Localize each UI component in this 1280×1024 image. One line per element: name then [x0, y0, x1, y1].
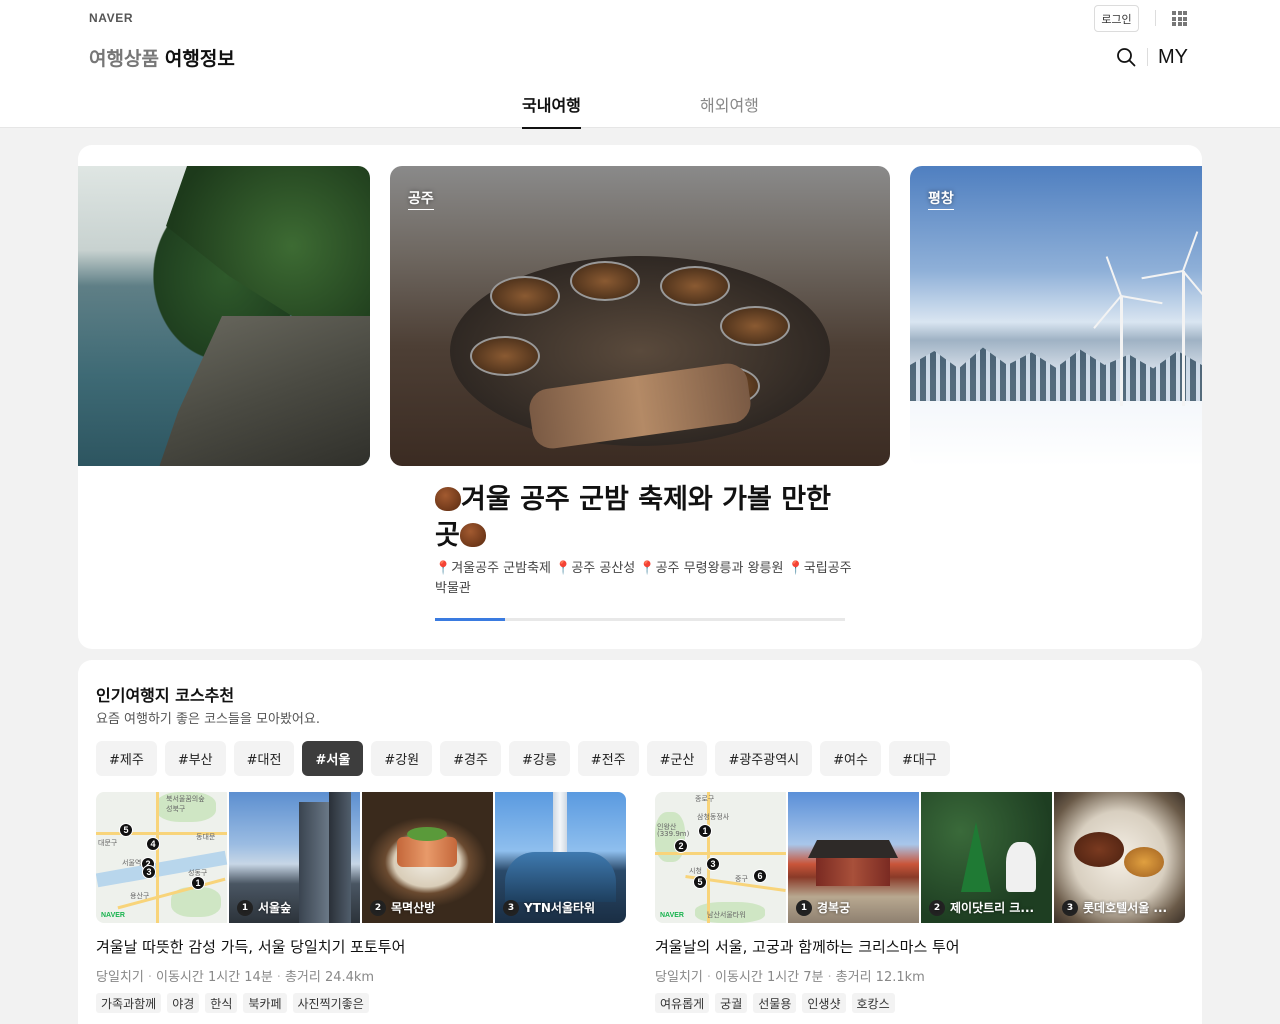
divider: [1155, 10, 1156, 26]
map-marker: 2: [674, 839, 688, 853]
section-subtitle: 요즘 여행하기 좋은 코스들을 모아봤어요.: [96, 712, 320, 727]
brand-travel-info-link[interactable]: 여행정보: [165, 48, 235, 70]
chip-daegu[interactable]: #대구: [888, 741, 950, 776]
course-recommendation-section: 인기여행지 코스추천 요즘 여행하기 좋은 코스들을 모아봤어요. #제주 #부…: [78, 660, 1202, 1024]
course-tags: 여유롭게 궁궐 선물용 인생샷 호캉스: [655, 993, 1185, 1013]
place-image-j-tree[interactable]: 2 제이닷트리 크...: [921, 792, 1052, 923]
map-marker: 3: [706, 857, 720, 871]
brand-travel-products-link[interactable]: 여행상품: [89, 48, 159, 70]
chip-gwangju[interactable]: #광주광역시: [715, 741, 813, 776]
course-tag: 북카페: [243, 993, 287, 1013]
course-tag: 여유롭게: [655, 993, 710, 1013]
place-image-mokmyeoksanbang[interactable]: 2 목멱산방: [362, 792, 493, 923]
chestnut-icon: [459, 523, 486, 547]
section-title: 인기여행지 코스추천: [96, 686, 235, 705]
apps-grid-icon[interactable]: [1172, 11, 1187, 26]
carousel-slide-previous[interactable]: [78, 166, 370, 466]
map-marker: 3: [142, 865, 156, 879]
course-tag: 인생샷: [802, 993, 846, 1013]
course-meta: 당일치기 · 이동시간 1시간 14분 · 총거리 24.4km: [96, 970, 375, 985]
course-tag: 가족과함께: [96, 993, 162, 1013]
chip-gangwon[interactable]: #강원: [371, 741, 433, 776]
slide-location-tag: 평창: [928, 188, 954, 210]
chip-yeosu[interactable]: #여수: [820, 741, 881, 776]
divider: [1147, 48, 1148, 66]
pin-icon: 📍: [555, 561, 572, 576]
course-tag: 선물용: [753, 993, 797, 1013]
service-title: 여행상품 여행정보: [89, 44, 235, 71]
chip-busan[interactable]: #부산: [164, 741, 226, 776]
map-marker: 5: [119, 823, 133, 837]
wind-turbine: [1120, 296, 1123, 406]
tab-domestic[interactable]: 국내여행: [522, 92, 581, 129]
region-filter-chips: #제주 #부산 #대전 #서울 #강원 #경주 #강릉 #전주 #군산 #광주광…: [96, 741, 950, 776]
chestnut-icon: [435, 487, 461, 511]
slide-place-list: 📍겨울공주 군밤축제 📍공주 공산성 📍공주 무령왕릉과 왕릉원 📍국립공주박물…: [435, 561, 852, 596]
course-tag: 호캉스: [851, 993, 895, 1013]
course-map[interactable]: 북서울꿈의숲 성북구 동대문 대문구 서울역 성동구 용산구 5 4 2 3 1…: [96, 792, 228, 923]
course-title[interactable]: 겨울날 따뜻한 감성 가득, 서울 당일치기 포토투어: [96, 936, 626, 957]
chip-gyeongju[interactable]: #경주: [440, 741, 501, 776]
course-images: 종로구 삼청동정사 인왕산 (339.9m) 시청 중구 남산서울타워 1 2 …: [655, 792, 1185, 923]
map-marker: 1: [698, 824, 712, 838]
course-card[interactable]: 북서울꿈의숲 성북구 동대문 대문구 서울역 성동구 용산구 5 4 2 3 1…: [96, 792, 626, 1013]
course-tag: 야경: [167, 993, 200, 1013]
course-tag: 궁궐: [715, 993, 748, 1013]
map-marker: 6: [753, 869, 767, 883]
naver-logo[interactable]: NAVER: [89, 11, 133, 25]
slide-location-tag: 공주: [408, 188, 434, 210]
chip-gunsan[interactable]: #군산: [646, 741, 708, 776]
slide-title[interactable]: 겨울 공주 군밤 축제와 가볼 만한 곳: [435, 482, 865, 554]
place-image-gyeongbokgung[interactable]: 1 경복궁: [788, 792, 919, 923]
map-marker: 4: [146, 837, 160, 851]
carousel-progress-bar: [435, 618, 845, 621]
map-marker: 1: [191, 876, 205, 890]
chip-gangneung[interactable]: #강릉: [508, 741, 570, 776]
course-images: 북서울꿈의숲 성북구 동대문 대문구 서울역 성동구 용산구 5 4 2 3 1…: [96, 792, 626, 923]
pin-icon: 📍: [435, 561, 452, 576]
my-link[interactable]: MY: [1158, 46, 1188, 69]
course-tag: 한식: [205, 993, 238, 1013]
course-title[interactable]: 겨울날의 서울, 고궁과 함께하는 크리스마스 투어: [655, 936, 1185, 957]
place-image-lotte-hotel[interactable]: 3 롯데호텔서울 ...: [1054, 792, 1185, 923]
login-button[interactable]: 로그인: [1094, 5, 1139, 32]
search-icon[interactable]: [1116, 47, 1136, 67]
header: NAVER 로그인 여행상품 여행정보 MY 국내여행 해외여행: [0, 0, 1280, 129]
course-tags: 가족과함께 야경 한식 북카페 사진찍기좋은: [96, 993, 626, 1013]
map-marker: 5: [693, 875, 707, 889]
featured-carousel: 공주 평창 겨울 공주 군밤 축제와 가볼 만한 곳 📍겨울공주 군밤축제 📍공…: [78, 145, 1202, 649]
chip-jeju[interactable]: #제주: [96, 741, 157, 776]
wind-turbine: [1182, 271, 1185, 406]
course-meta: 당일치기 · 이동시간 1시간 7분 · 총거리 12.1km: [655, 970, 925, 985]
place-image-ytn-seoul-tower[interactable]: 3 YTN서울타워: [495, 792, 626, 923]
place-image-seoul-forest[interactable]: 1 서울숲: [229, 792, 360, 923]
course-map[interactable]: 종로구 삼청동정사 인왕산 (339.9m) 시청 중구 남산서울타워 1 2 …: [655, 792, 786, 923]
chip-seoul[interactable]: #서울: [302, 741, 364, 776]
carousel-slide-next[interactable]: 평창: [910, 166, 1202, 466]
pin-icon: 📍: [787, 561, 804, 576]
carousel-slide-current[interactable]: 공주: [390, 166, 890, 466]
course-card[interactable]: 종로구 삼청동정사 인왕산 (339.9m) 시청 중구 남산서울타워 1 2 …: [655, 792, 1185, 1013]
chip-jeonju[interactable]: #전주: [577, 741, 639, 776]
tab-overseas[interactable]: 해외여행: [700, 92, 759, 129]
chip-daejeon[interactable]: #대전: [233, 741, 295, 776]
pin-icon: 📍: [639, 561, 656, 576]
course-tag: 사진찍기좋은: [292, 993, 369, 1013]
